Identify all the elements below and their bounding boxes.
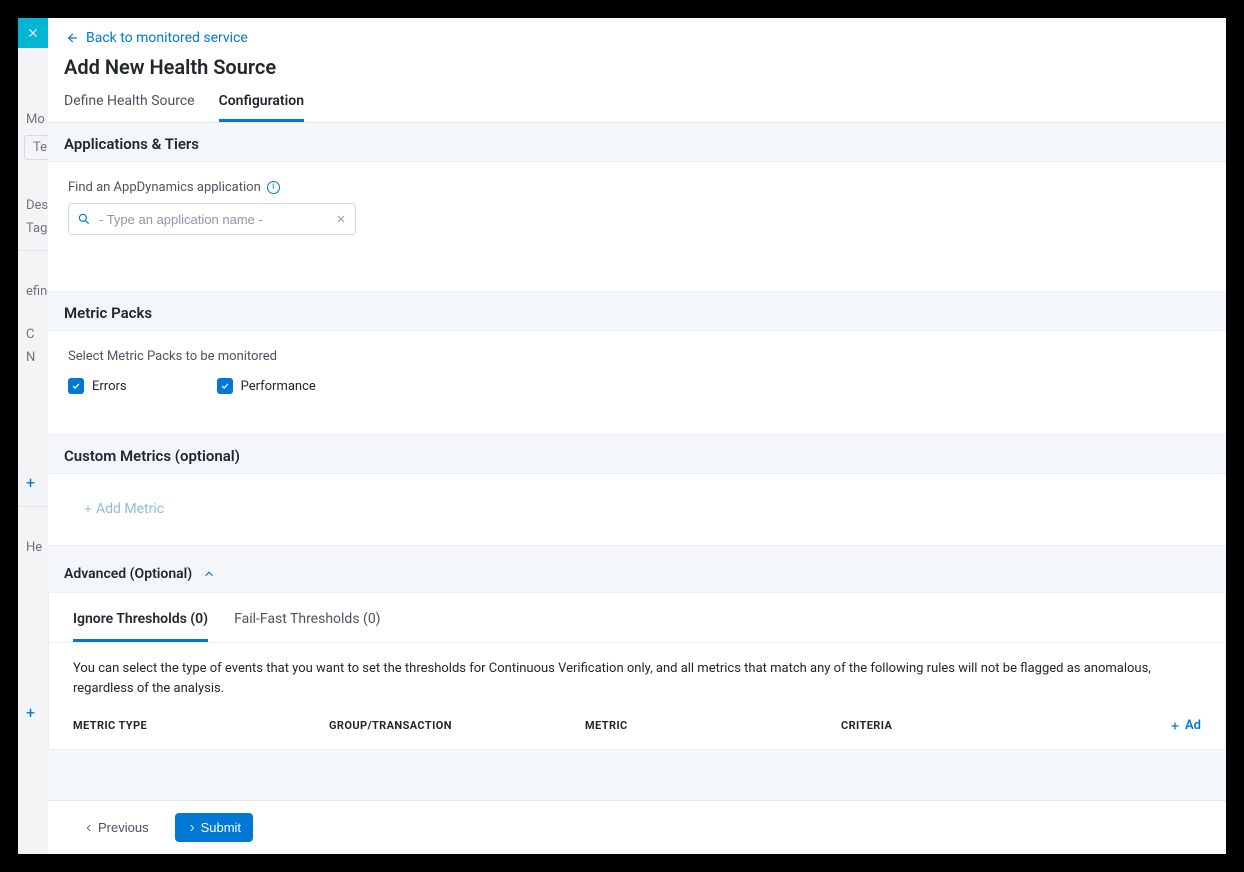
- submit-button[interactable]: Submit: [175, 813, 253, 842]
- previous-label: Previous: [98, 820, 149, 835]
- section-title-custom-metrics: Custom Metrics (optional): [48, 435, 1226, 473]
- back-link[interactable]: Back to monitored service: [64, 30, 248, 46]
- page-title: Add New Health Source: [64, 55, 1210, 79]
- checkbox-icon: [217, 378, 233, 394]
- arrow-left-icon: [64, 31, 78, 45]
- advanced-card: Ignore Thresholds (0) Fail-Fast Threshol…: [48, 592, 1226, 750]
- checkbox-label: Errors: [92, 379, 127, 394]
- col-metric: METRIC: [585, 719, 841, 732]
- app-search-input[interactable]: [99, 212, 327, 227]
- panel-footer: Previous Submit: [48, 800, 1226, 854]
- advanced-description: You can select the type of events that y…: [49, 643, 1225, 714]
- checkbox-icon: [68, 378, 84, 394]
- checkbox-performance[interactable]: Performance: [217, 378, 316, 394]
- add-metric-label: Add Metric: [96, 501, 164, 517]
- advanced-title: Advanced (Optional): [64, 566, 192, 582]
- threshold-table-header: METRIC TYPE GROUP/TRANSACTION METRIC CRI…: [49, 714, 1225, 749]
- tab-define-health-source[interactable]: Define Health Source: [64, 93, 195, 122]
- app-search-label: Find an AppDynamics application i: [68, 180, 1206, 195]
- threshold-tabs: Ignore Thresholds (0) Fail-Fast Threshol…: [49, 593, 1225, 643]
- section-title-apps: Applications & Tiers: [48, 123, 1226, 161]
- chevron-right-icon: [187, 823, 197, 833]
- tab-configuration[interactable]: Configuration: [219, 93, 304, 122]
- tab-ignore-thresholds[interactable]: Ignore Thresholds (0): [73, 611, 208, 642]
- tab-fail-fast-thresholds[interactable]: Fail-Fast Thresholds (0): [234, 611, 380, 642]
- checkbox-label: Performance: [241, 379, 316, 394]
- previous-button[interactable]: Previous: [72, 813, 161, 842]
- panel-header: Back to monitored service Add New Health…: [48, 18, 1226, 123]
- apps-card: Find an AppDynamics application i: [48, 161, 1226, 292]
- info-icon[interactable]: i: [267, 181, 280, 194]
- col-group-transaction: GROUP/TRANSACTION: [329, 719, 585, 732]
- app-search-label-text: Find an AppDynamics application: [68, 180, 261, 195]
- add-threshold-button[interactable]: Ad: [1169, 718, 1201, 733]
- col-criteria: CRITERIA: [841, 719, 1169, 732]
- app-search-field[interactable]: [68, 203, 356, 235]
- plus-icon: [82, 503, 94, 515]
- search-icon: [77, 212, 91, 226]
- submit-label: Submit: [201, 820, 241, 835]
- custom-metrics-card: Add Metric: [48, 473, 1226, 546]
- metric-packs-desc: Select Metric Packs to be monitored: [68, 349, 1206, 364]
- plus-icon: [1169, 720, 1181, 732]
- add-metric-button[interactable]: Add Metric: [82, 501, 164, 517]
- metric-packs-card: Select Metric Packs to be monitored Erro…: [48, 330, 1226, 435]
- advanced-toggle[interactable]: Advanced (Optional): [48, 546, 1226, 592]
- tabs: Define Health Source Configuration: [64, 93, 1210, 122]
- chevron-up-icon: [202, 567, 216, 581]
- close-button[interactable]: [18, 18, 48, 48]
- panel-body: Applications & Tiers Find an AppDynamics…: [48, 123, 1226, 800]
- add-threshold-label: Ad: [1185, 718, 1201, 733]
- modal-panel: Back to monitored service Add New Health…: [48, 18, 1226, 854]
- back-link-text: Back to monitored service: [86, 30, 248, 46]
- close-icon: [26, 26, 40, 40]
- clear-icon[interactable]: [335, 213, 347, 225]
- bg-text: Te: [24, 135, 50, 160]
- chevron-left-icon: [84, 823, 94, 833]
- col-metric-type: METRIC TYPE: [73, 719, 329, 732]
- checkbox-errors[interactable]: Errors: [68, 378, 127, 394]
- section-title-metric-packs: Metric Packs: [48, 292, 1226, 330]
